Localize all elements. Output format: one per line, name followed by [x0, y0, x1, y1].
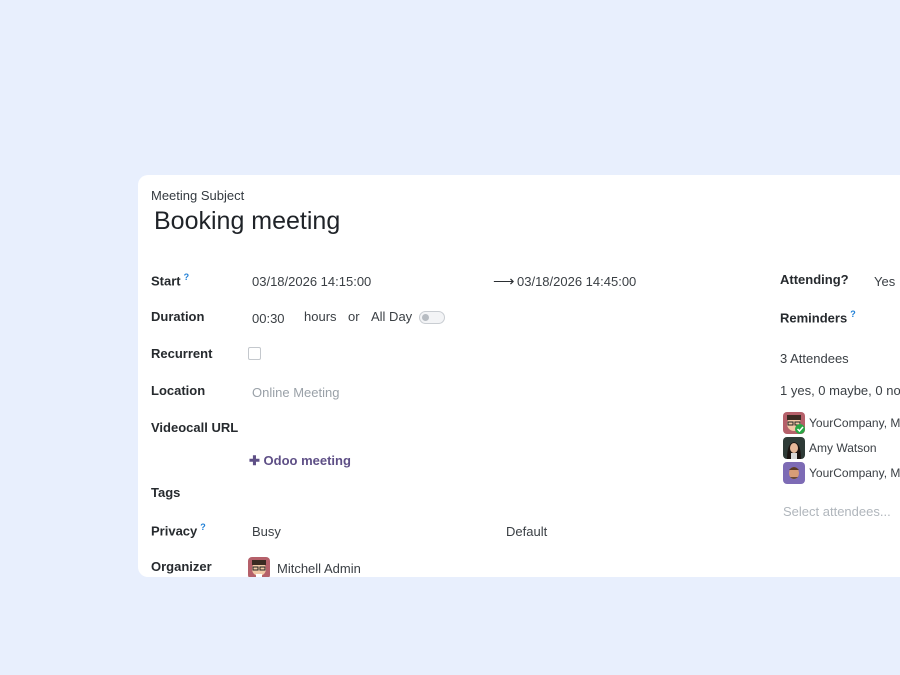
tags-input[interactable] [248, 480, 548, 500]
arrow-right-icon: ⟶ [493, 273, 515, 290]
duration-unit: hours [304, 309, 337, 324]
privacy-label: Privacy? [151, 522, 206, 539]
attendee-name[interactable]: YourCompany, M [809, 416, 900, 430]
videocall-url-label: Videocall URL [151, 420, 239, 435]
show-as-select[interactable]: Default [506, 524, 547, 539]
privacy-select[interactable]: Busy [252, 524, 281, 539]
reminders-label: Reminders? [780, 309, 856, 326]
select-attendees-input[interactable]: Select attendees... [783, 504, 891, 519]
tags-label: Tags [151, 485, 181, 500]
attendees-summary: 1 yes, 0 maybe, 0 no [780, 383, 900, 398]
location-label: Location [151, 383, 206, 398]
help-icon[interactable]: ? [200, 522, 206, 532]
help-icon[interactable]: ? [184, 272, 190, 282]
attendees-count: 3 Attendees [780, 351, 849, 366]
attendee-name[interactable]: YourCompany, M [809, 466, 900, 480]
start-label: Start? [151, 272, 190, 289]
attending-label: Attending? [780, 272, 849, 287]
attendee-name[interactable]: Amy Watson [809, 441, 877, 455]
event-form-card: Meeting Subject Booking meeting Start? 0… [138, 175, 900, 577]
meeting-subject-label: Meeting Subject [151, 188, 245, 203]
toggle-knob [422, 314, 429, 322]
recurrent-checkbox[interactable] [248, 347, 261, 360]
or-text: or [348, 309, 360, 324]
allday-label: All Day [371, 309, 413, 324]
attendee-avatar [783, 437, 805, 459]
add-odoo-meeting-button[interactable]: ✚ Odoo meeting [249, 453, 351, 469]
organizer-name[interactable]: Mitchell Admin [277, 561, 361, 576]
attendee-avatar [783, 412, 805, 434]
location-input[interactable]: Online Meeting [252, 385, 339, 400]
duration-label: Duration [151, 309, 205, 324]
organizer-avatar [248, 557, 270, 577]
allday-toggle[interactable] [419, 309, 445, 327]
start-datetime-input[interactable]: 03/18/2026 14:15:00 [252, 274, 371, 289]
help-icon[interactable]: ? [850, 309, 856, 319]
plus-icon: ✚ [249, 453, 260, 468]
organizer-label: Organizer [151, 559, 212, 574]
recurrent-label: Recurrent [151, 346, 213, 361]
meeting-subject-input[interactable]: Booking meeting [154, 207, 340, 236]
end-datetime-input[interactable]: 03/18/2026 14:45:00 [517, 274, 636, 289]
duration-input[interactable]: 00:30 [252, 311, 285, 326]
toggle-track [419, 311, 445, 325]
attending-select[interactable]: Yes [874, 274, 895, 289]
attendee-avatar [783, 462, 805, 484]
